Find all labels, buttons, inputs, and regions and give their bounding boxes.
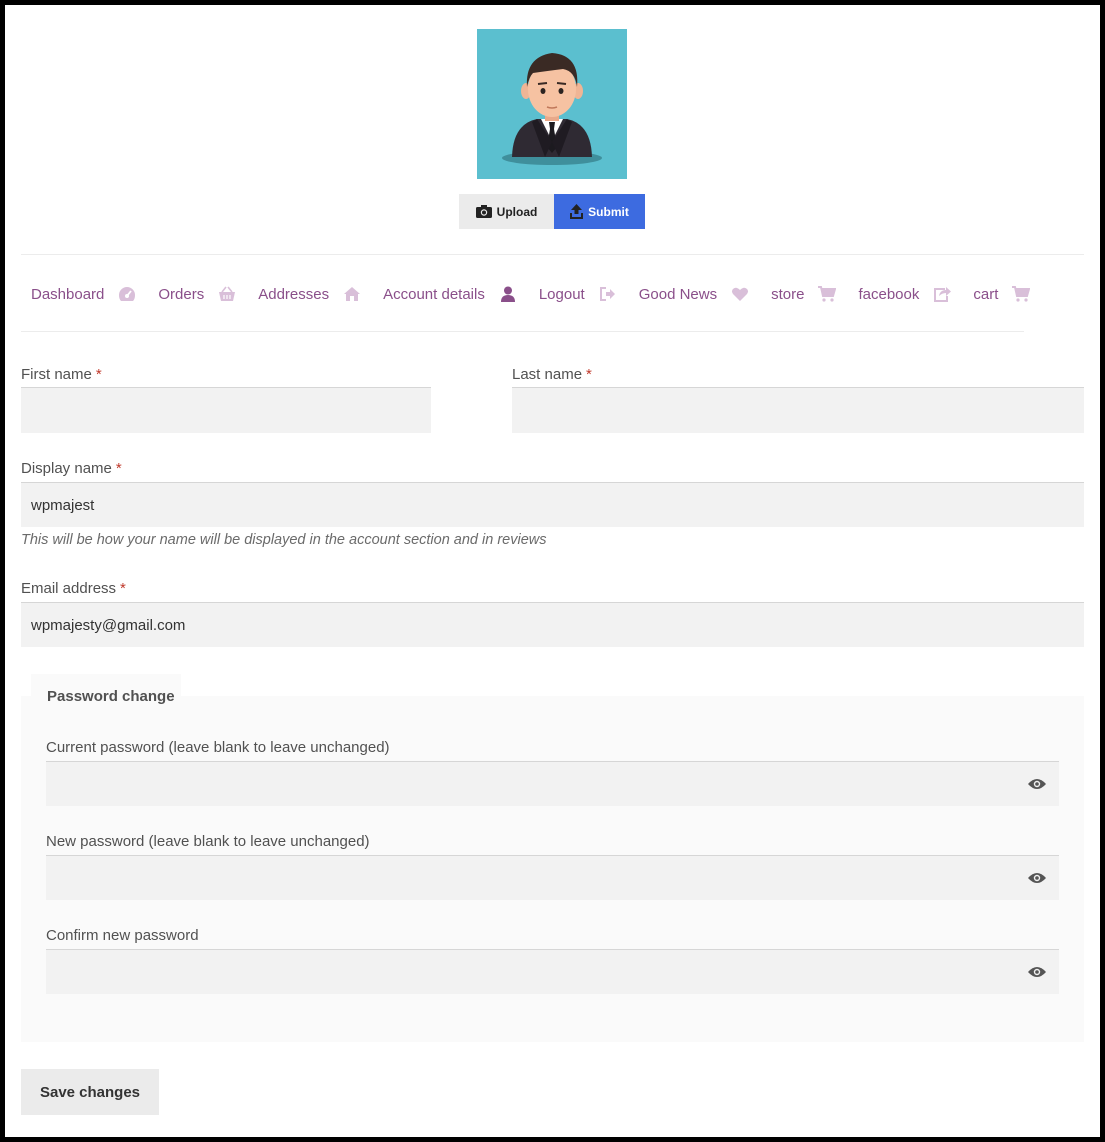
- nav-item-good-news[interactable]: Good News: [639, 285, 749, 303]
- password-legend: Password change: [47, 688, 175, 705]
- share-icon: [933, 285, 952, 303]
- cart-icon: [1012, 285, 1031, 303]
- sign-out-icon: [599, 285, 617, 303]
- display-name-value: wpmajest: [31, 496, 95, 514]
- nav-label: Logout: [538, 285, 585, 303]
- user-icon: [499, 285, 517, 303]
- confirm-password-input[interactable]: [46, 949, 1059, 994]
- nav-item-dashboard[interactable]: Dashboard: [31, 285, 136, 303]
- nav-item-addresses[interactable]: Addresses: [258, 285, 361, 303]
- eye-icon[interactable]: [1027, 776, 1047, 792]
- eye-icon[interactable]: [1027, 964, 1047, 980]
- submit-label: Submit: [588, 204, 629, 219]
- basket-icon: [218, 285, 236, 303]
- nav-label: facebook: [858, 285, 920, 303]
- nav-item-account-details[interactable]: Account details: [383, 285, 517, 303]
- save-changes-button[interactable]: Save changes: [21, 1069, 159, 1115]
- heart-icon: [731, 285, 749, 303]
- upload-button[interactable]: Upload: [459, 194, 554, 229]
- display-name-hint: This will be how your name will be displ…: [21, 532, 547, 548]
- cart-icon: [818, 285, 837, 303]
- profile-avatar: [477, 29, 627, 179]
- nav-label: Dashboard: [31, 285, 105, 303]
- divider-nav: [21, 331, 1024, 332]
- upload-label: Upload: [496, 204, 538, 219]
- current-password-label: Current password (leave blank to leave u…: [46, 739, 390, 756]
- first-name-label: First name *: [21, 366, 102, 383]
- nav-label: cart: [973, 285, 999, 303]
- nav-item-facebook[interactable]: facebook: [858, 285, 952, 303]
- nav-item-store[interactable]: store: [771, 285, 837, 303]
- nav-label: Good News: [638, 285, 718, 303]
- upload-icon: [570, 204, 584, 219]
- nav-label: Orders: [158, 285, 205, 303]
- submit-button[interactable]: Submit: [554, 194, 645, 229]
- account-navigation: Dashboard Orders Addresses Account detai…: [31, 275, 1052, 313]
- last-name-label: Last name *: [512, 366, 592, 383]
- email-input[interactable]: wpmajesty@gmail.com: [21, 602, 1084, 647]
- email-label: Email address *: [21, 580, 126, 597]
- current-password-input[interactable]: [46, 761, 1059, 806]
- new-password-label: New password (leave blank to leave uncha…: [46, 833, 370, 850]
- dashboard-icon: [118, 285, 136, 303]
- home-icon: [343, 285, 361, 303]
- new-password-input[interactable]: [46, 855, 1059, 900]
- display-name-input[interactable]: wpmajest: [21, 482, 1084, 527]
- nav-item-cart[interactable]: cart: [973, 285, 1031, 303]
- camera-icon: [475, 205, 492, 218]
- nav-item-orders[interactable]: Orders: [158, 285, 236, 303]
- avatar-actions: Upload Submit: [459, 194, 645, 229]
- eye-icon[interactable]: [1027, 870, 1047, 886]
- nav-label: Addresses: [258, 285, 330, 303]
- confirm-password-label: Confirm new password: [46, 927, 199, 944]
- last-name-input[interactable]: [512, 387, 1084, 433]
- nav-label: store: [771, 285, 805, 303]
- nav-label: Account details: [383, 285, 485, 303]
- nav-item-logout[interactable]: Logout: [539, 285, 617, 303]
- email-value: wpmajesty@gmail.com: [31, 616, 186, 634]
- divider-top: [21, 254, 1084, 255]
- display-name-label: Display name *: [21, 460, 122, 477]
- first-name-input[interactable]: [21, 387, 431, 433]
